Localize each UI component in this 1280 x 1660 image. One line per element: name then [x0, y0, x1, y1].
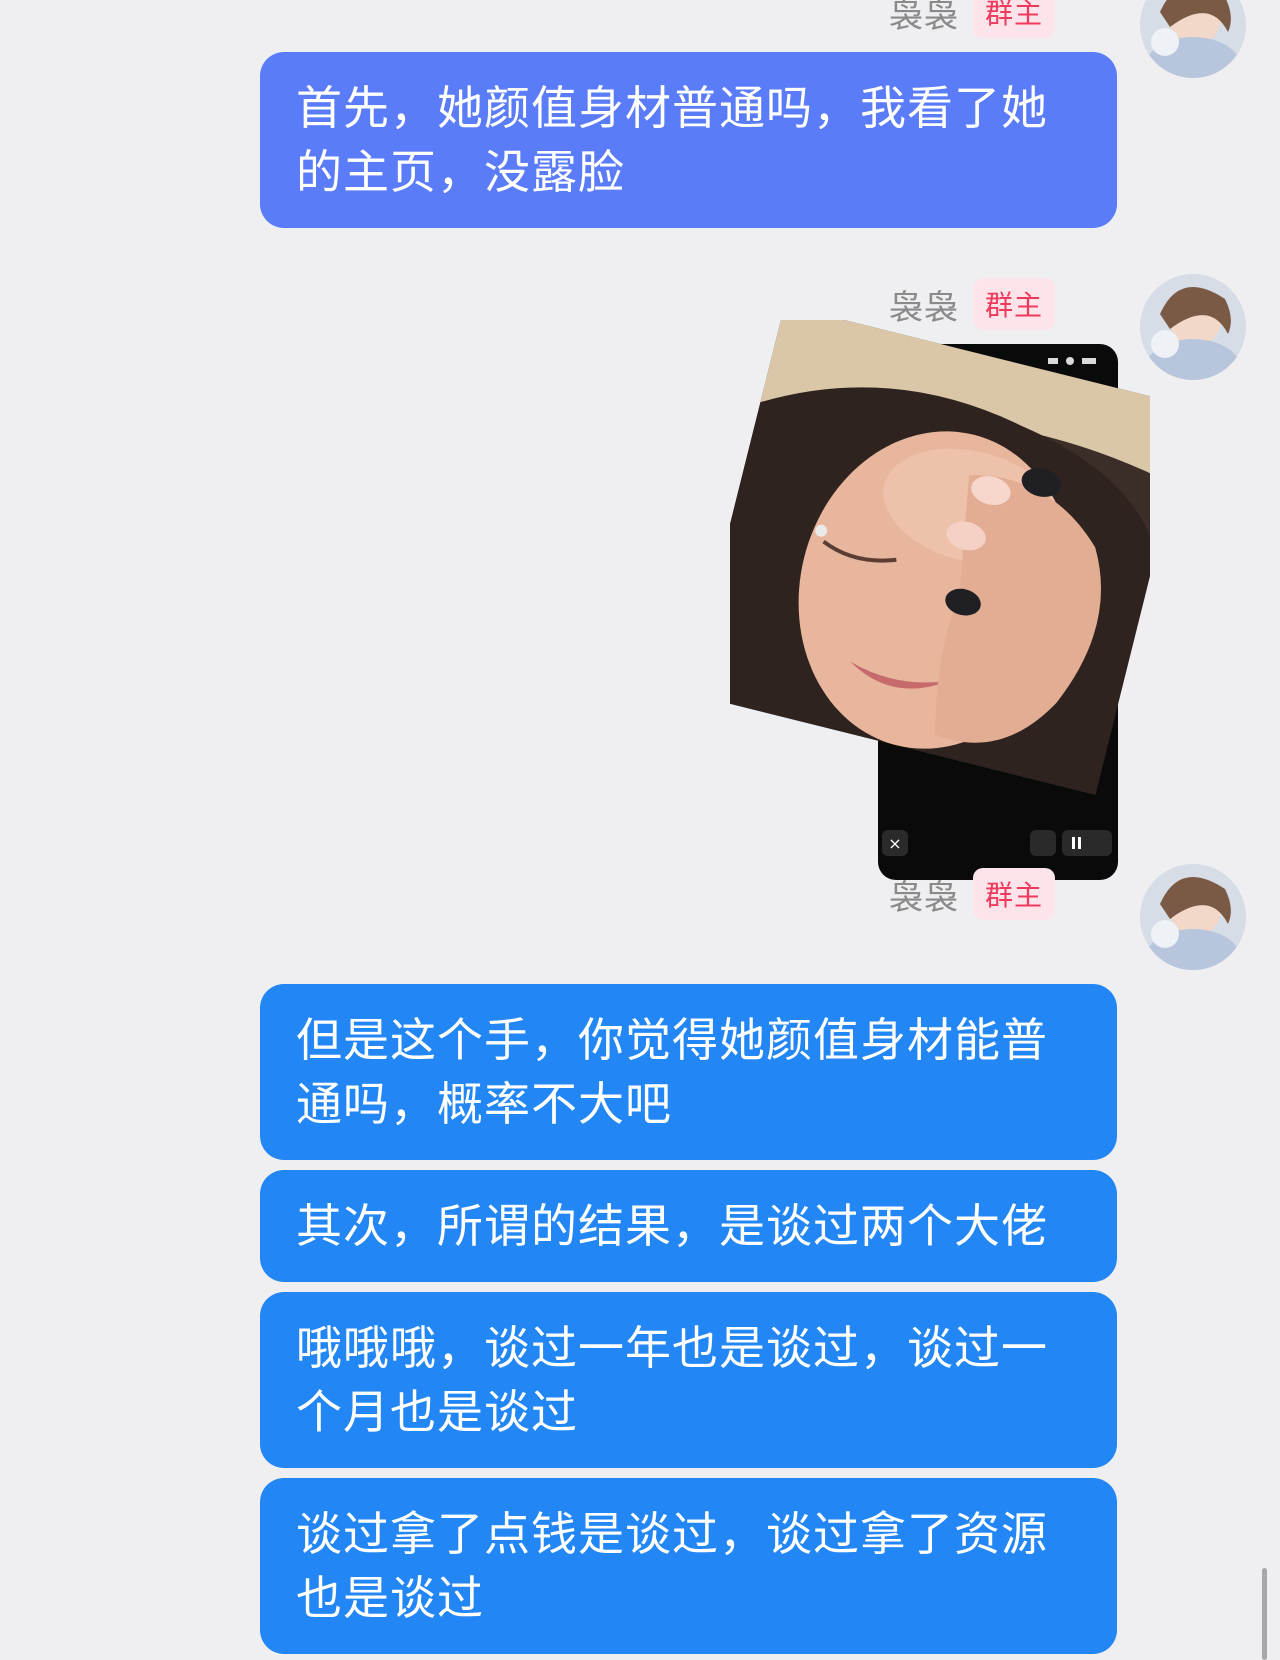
avatar[interactable]: [1140, 274, 1246, 380]
avatar-image: [1140, 274, 1246, 380]
image-message[interactable]: ×: [687, 305, 1193, 880]
message-bubble[interactable]: 其次，所谓的结果，是谈过两个大佬: [260, 1170, 1117, 1282]
avatar[interactable]: [1140, 864, 1246, 970]
sender-name: 袅袅: [888, 0, 959, 36]
group-owner-badge: 群主: [972, 868, 1055, 920]
svg-text:×: ×: [888, 834, 901, 853]
scrollbar[interactable]: [1262, 1568, 1267, 1660]
video-screenshot-image: ×: [687, 305, 1193, 880]
message-bubble[interactable]: 谈过拿了点钱是谈过，谈过拿了资源也是谈过: [260, 1478, 1117, 1654]
sender-header: 袅袅 群主: [889, 0, 1055, 38]
group-owner-badge: 群主: [972, 0, 1055, 38]
message-bubble[interactable]: 首先，她颜值身材普通吗，我看了她的主页，没露脸: [260, 52, 1117, 228]
avatar-image: [1140, 864, 1246, 970]
avatar-image: [1140, 0, 1246, 78]
sender-header: 袅袅 群主: [889, 868, 1055, 920]
avatar[interactable]: [1140, 0, 1246, 78]
sender-name: 袅袅: [888, 877, 959, 918]
message-bubble[interactable]: 哦哦哦，谈过一年也是谈过，谈过一个月也是谈过: [260, 1292, 1117, 1468]
message-bubble[interactable]: 但是这个手，你觉得她颜值身材能普通吗，概率不大吧: [260, 984, 1117, 1160]
